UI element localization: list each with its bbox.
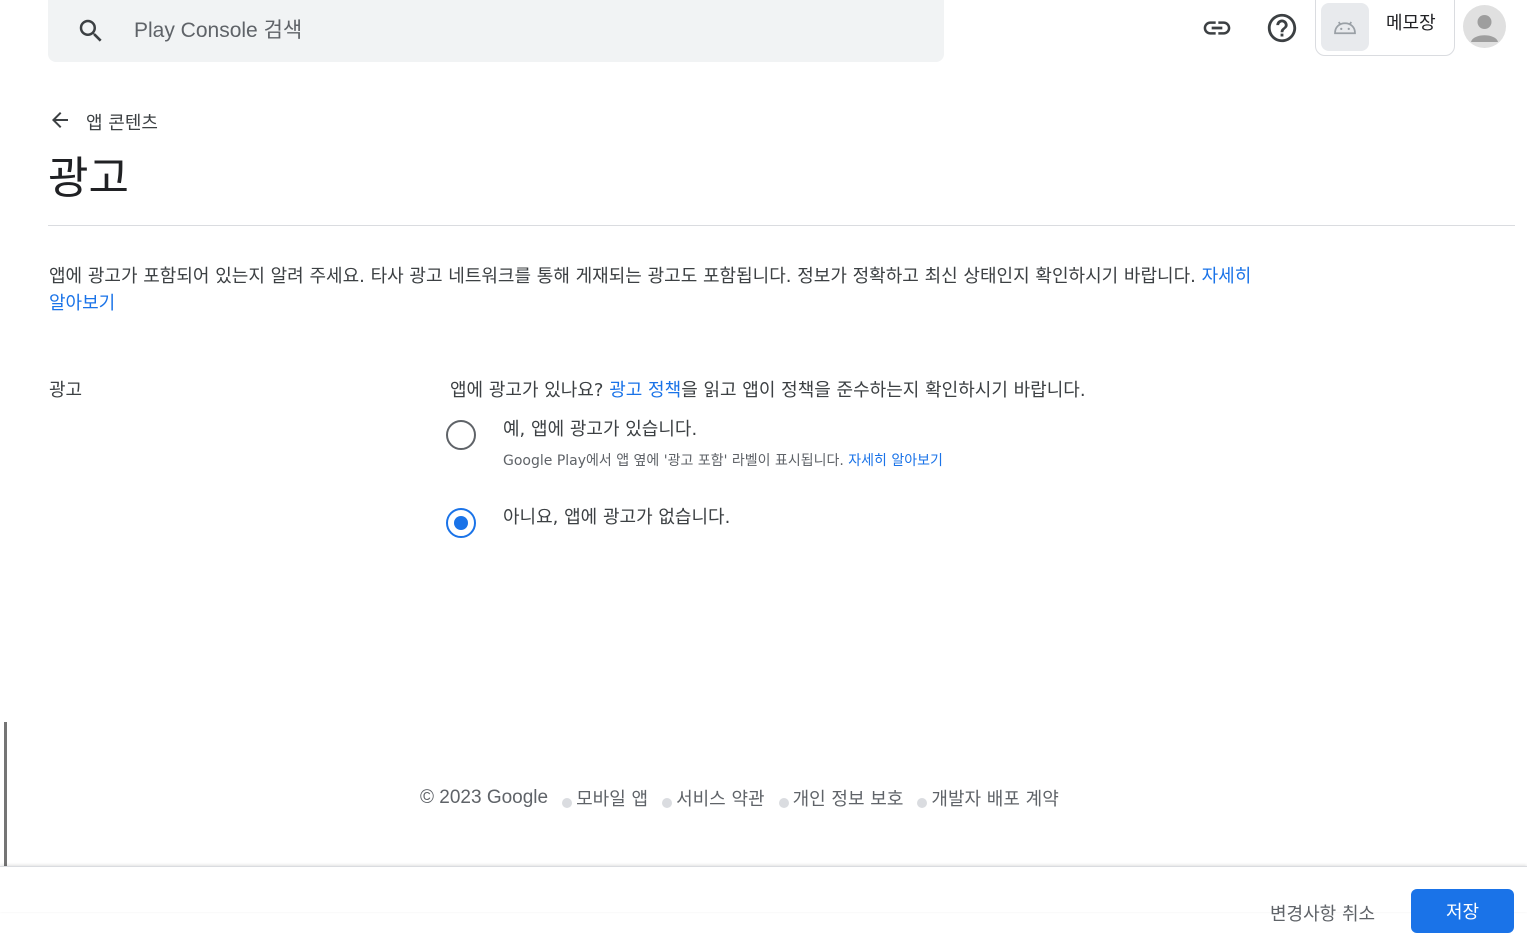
save-button[interactable]: 저장 xyxy=(1411,889,1514,933)
bottom-action-bar: 변경사항 취소 저장 xyxy=(0,866,1527,933)
intro-text: 앱에 광고가 포함되어 있는지 알려 주세요. 타사 광고 네트워크를 통해 게… xyxy=(49,263,1269,317)
search-icon[interactable] xyxy=(76,16,106,46)
app-name: 메모장 xyxy=(1386,13,1436,34)
discard-changes-button[interactable]: 변경사항 취소 xyxy=(1262,893,1383,933)
divider xyxy=(48,225,1515,226)
app-selector[interactable]: 메모장 xyxy=(1315,0,1455,56)
footer-link-mobile-app[interactable]: 모바일 앱 xyxy=(576,785,648,811)
separator-dot xyxy=(562,798,573,808)
separator-dot xyxy=(778,798,789,808)
android-icon xyxy=(1321,3,1369,51)
ads-policy-link[interactable]: 광고 정책 xyxy=(609,380,681,401)
arrow-back-icon xyxy=(48,108,72,136)
ads-question: 앱에 광고가 있나요? 광고 정책을 읽고 앱이 정책을 준수하는지 확인하시기… xyxy=(450,376,1086,402)
radio-yes-label: 예, 앱에 광고가 있습니다. xyxy=(503,419,698,440)
back-link[interactable]: 앱 콘텐츠 xyxy=(48,108,158,136)
separator-dot xyxy=(917,798,928,808)
separator-dot xyxy=(662,798,673,808)
ads-section-label: 광고 xyxy=(49,380,83,401)
help-button[interactable] xyxy=(1262,10,1302,50)
top-bar: 메모장 xyxy=(0,0,1527,70)
footer: © 2023 Google 모바일 앱 서비스 약관 개인 정보 보호 개발자 … xyxy=(420,784,1059,812)
link-button[interactable] xyxy=(1197,10,1237,50)
question-prefix: 앱에 광고가 있나요? xyxy=(450,380,604,401)
avatar-icon[interactable] xyxy=(1463,5,1506,48)
link-icon xyxy=(1201,12,1233,48)
intro-description: 앱에 광고가 포함되어 있는지 알려 주세요. 타사 광고 네트워크를 통해 게… xyxy=(49,266,1196,287)
copyright: © 2023 Google xyxy=(420,787,549,808)
radio-yes[interactable] xyxy=(446,420,476,450)
radio-no[interactable] xyxy=(446,508,476,538)
back-link-label: 앱 콘텐츠 xyxy=(86,113,158,134)
search-input[interactable] xyxy=(132,14,912,48)
radio-option-no[interactable]: 아니요, 앱에 광고가 없습니다. xyxy=(446,504,730,538)
scrollbar[interactable] xyxy=(4,722,7,868)
radio-no-label: 아니요, 앱에 광고가 없습니다. xyxy=(503,507,731,528)
question-suffix: 을 읽고 앱이 정책을 준수하는지 확인하시기 바랍니다. xyxy=(681,380,1086,401)
footer-link-developer-agreement[interactable]: 개발자 배포 계약 xyxy=(931,785,1058,811)
radio-option-yes[interactable]: 예, 앱에 광고가 있습니다. Google Play에서 앱 옆에 '광고 포… xyxy=(446,416,943,470)
search-bar[interactable] xyxy=(48,0,944,62)
learn-more-link-2[interactable]: 자세히 알아보기 xyxy=(848,453,943,469)
radio-yes-sub: Google Play에서 앱 옆에 '광고 포함' 라벨이 표시됩니다. xyxy=(503,453,844,469)
page-title: 광고 xyxy=(48,153,129,204)
help-icon xyxy=(1265,11,1299,49)
radio-yes-description: Google Play에서 앱 옆에 '광고 포함' 라벨이 표시됩니다. 자세… xyxy=(503,450,943,470)
footer-link-terms[interactable]: 서비스 약관 xyxy=(676,785,765,811)
footer-link-privacy[interactable]: 개인 정보 보호 xyxy=(793,785,904,811)
